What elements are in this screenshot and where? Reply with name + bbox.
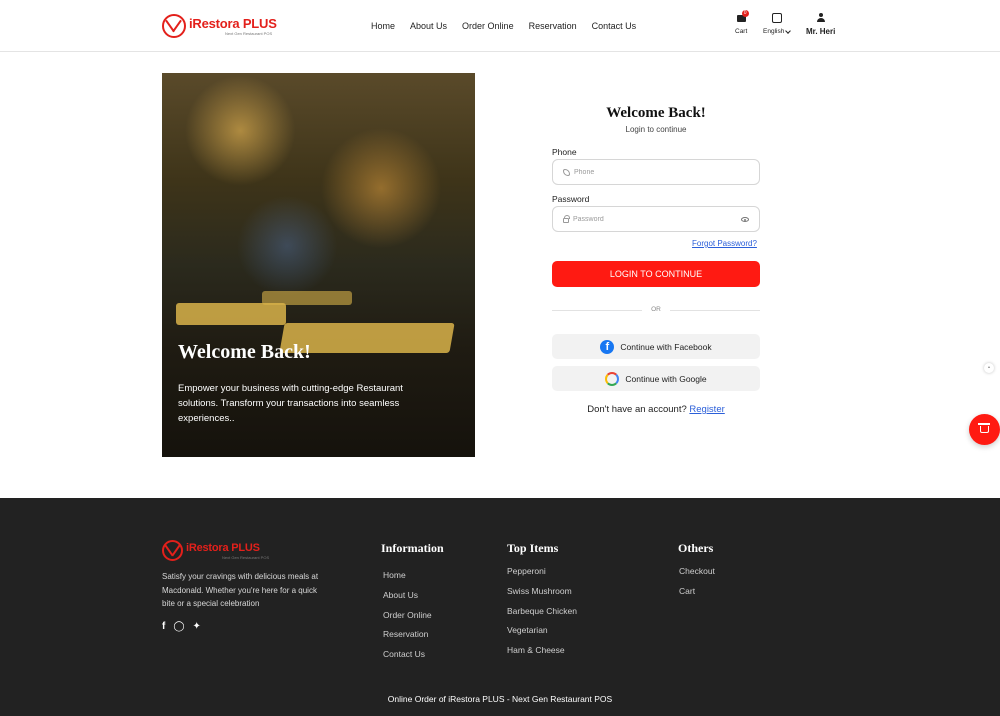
instagram-icon[interactable]: ◯	[173, 621, 184, 632]
register-prompt: Don't have an account? Register	[552, 404, 760, 415]
phone-field-wrapper	[552, 159, 760, 185]
cart-count-badge: 0	[741, 10, 749, 17]
footer-others-title: Others	[678, 541, 714, 555]
forgot-password-link[interactable]: Forgot Password?	[692, 239, 757, 248]
nav-order-online[interactable]: Order Online	[462, 21, 514, 31]
google-icon	[605, 371, 620, 386]
site-header: iRestora PLUS Next Gen Restaurant POS Ho…	[0, 0, 1000, 52]
footer-others-list: Checkout Cart	[679, 566, 715, 606]
show-password-eye-icon[interactable]	[741, 217, 749, 222]
cart-icon: 0	[736, 10, 749, 22]
twitter-icon[interactable]: ✦	[193, 621, 201, 632]
table-decoration	[176, 303, 286, 325]
footer-copyright: Online Order of iRestora PLUS - Next Gen…	[387, 694, 613, 704]
login-title: Welcome Back!	[606, 105, 706, 121]
facebook-button-label: Continue with Facebook	[620, 341, 712, 352]
continue-with-facebook-button[interactable]: f Continue with Facebook	[552, 334, 760, 359]
main-nav: Home About Us Order Online Reservation C…	[371, 21, 651, 31]
login-subtitle: Login to continue	[625, 125, 687, 134]
login-button[interactable]: LOGIN TO CONTINUE	[552, 261, 760, 287]
footer-item-pepperoni[interactable]: Pepperoni	[507, 566, 577, 586]
footer-description: Satisfy your cravings with delicious mea…	[162, 572, 319, 608]
or-divider: OR	[552, 305, 760, 315]
site-footer: iRestora PLUS Next Gen Restaurant POS Sa…	[0, 498, 1000, 716]
user-icon	[816, 13, 825, 22]
phone-label: Phone	[552, 147, 577, 157]
password-input[interactable]	[573, 215, 743, 223]
user-name: Mr. Heri	[806, 27, 836, 36]
floating-cart-button[interactable]	[969, 414, 1000, 445]
register-link[interactable]: Register	[689, 404, 724, 415]
logo-text: iRestora PLUS Next Gen Restaurant POS	[189, 15, 277, 36]
footer-link-order-online[interactable]: Order Online	[383, 610, 432, 630]
footer-item-swiss-mushroom[interactable]: Swiss Mushroom	[507, 586, 577, 606]
language-row: English	[763, 27, 792, 35]
cart-button[interactable]: 0 Cart	[735, 10, 749, 35]
continue-with-google-button[interactable]: Continue with Google	[552, 366, 760, 391]
nav-about-us[interactable]: About Us	[410, 21, 447, 31]
footer-item-barbeque-chicken[interactable]: Barbeque Chicken	[507, 606, 577, 626]
footer-information-title: Information	[381, 541, 444, 555]
logo-mark-icon	[162, 14, 186, 38]
side-widget-toggle[interactable]: •	[984, 363, 994, 373]
footer-information-list: Home About Us Order Online Reservation C…	[383, 570, 432, 669]
phone-input[interactable]	[574, 168, 744, 176]
password-field-wrapper	[552, 206, 760, 232]
footer-link-about-us[interactable]: About Us	[383, 590, 432, 610]
chevron-down-icon	[785, 27, 792, 34]
lock-icon	[563, 214, 570, 223]
hero-title: Welcome Back!	[178, 341, 311, 363]
language-label: English	[763, 28, 785, 35]
restaurant-hero-image: Welcome Back! Empower your business with…	[162, 73, 475, 457]
nav-contact-us[interactable]: Contact Us	[592, 21, 637, 31]
brand-logo[interactable]: iRestora PLUS Next Gen Restaurant POS	[162, 14, 277, 38]
basket-icon	[978, 423, 990, 433]
language-dropdown[interactable]: English	[763, 13, 792, 35]
table-decoration	[262, 291, 352, 305]
logo-mark-icon	[162, 540, 183, 561]
phone-icon	[563, 168, 570, 176]
footer-brand-tagline: Next Gen Restaurant POS	[222, 555, 270, 560]
nav-reservation[interactable]: Reservation	[529, 21, 577, 31]
footer-link-checkout[interactable]: Checkout	[679, 566, 715, 586]
footer-item-ham-cheese[interactable]: Ham & Cheese	[507, 645, 577, 665]
footer-top-items-list: Pepperoni Swiss Mushroom Barbeque Chicke…	[507, 566, 577, 665]
footer-link-contact-us[interactable]: Contact Us	[383, 649, 432, 669]
translate-icon	[771, 13, 782, 23]
or-label: OR	[651, 306, 661, 313]
footer-social-links: f ◯ ✦	[162, 621, 209, 632]
facebook-icon[interactable]: f	[162, 621, 165, 632]
hero-description: Empower your business with cutting-edge …	[178, 383, 403, 424]
footer-logo[interactable]: iRestora PLUS Next Gen Restaurant POS	[162, 540, 269, 561]
nav-home[interactable]: Home	[371, 21, 395, 31]
user-menu[interactable]: Mr. Heri	[806, 13, 835, 36]
footer-brand-name: iRestora PLUS	[186, 542, 260, 554]
google-button-label: Continue with Google	[625, 373, 707, 384]
facebook-icon: f	[600, 339, 615, 354]
footer-link-reservation[interactable]: Reservation	[383, 629, 432, 649]
no-account-text: Don't have an account?	[587, 404, 687, 415]
brand-tagline: Next Gen Restaurant POS	[225, 30, 273, 36]
footer-logo-text: iRestora PLUS Next Gen Restaurant POS	[186, 541, 269, 560]
footer-item-vegetarian[interactable]: Vegetarian	[507, 625, 577, 645]
cart-label: Cart	[735, 28, 748, 35]
footer-link-home[interactable]: Home	[383, 570, 432, 590]
footer-link-cart[interactable]: Cart	[679, 586, 715, 606]
password-label: Password	[552, 194, 590, 204]
brand-name: iRestora PLUS	[189, 15, 277, 31]
footer-top-items-title: Top Items	[507, 541, 559, 555]
